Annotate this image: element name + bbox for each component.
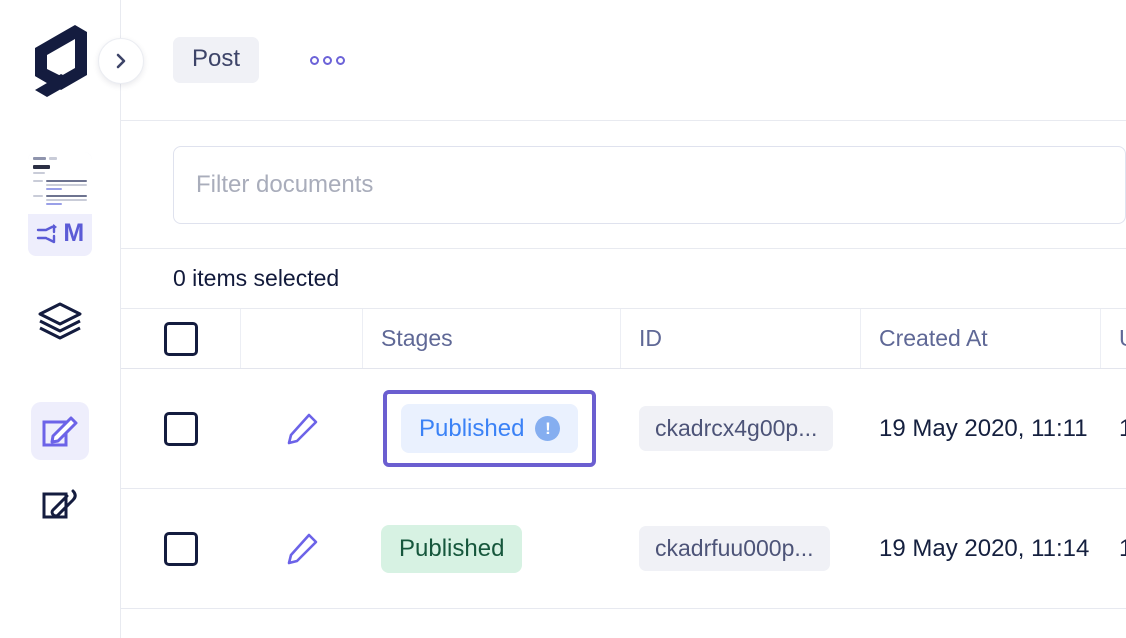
three-dots-icon xyxy=(336,55,346,65)
three-dots-icon xyxy=(310,55,320,65)
row-created-at-cell: 19 May 2020, 11:11 xyxy=(861,369,1101,488)
table-row[interactable]: Published ! ckadrcx4g00p... 19 May 2020,… xyxy=(121,369,1126,489)
selection-summary-bar: 0 items selected xyxy=(121,249,1126,309)
row-stage-cell[interactable]: Published ! xyxy=(363,369,621,488)
header-id[interactable]: ID xyxy=(621,309,861,368)
header-stages[interactable]: Stages xyxy=(363,309,621,368)
project-initial: M xyxy=(63,219,84,247)
edit-attachment-icon xyxy=(42,489,77,519)
sidebar-item-project-thumbnail[interactable]: M xyxy=(28,152,92,256)
row-updated-at-cell xyxy=(1101,609,1126,638)
sidebar: M xyxy=(0,0,144,638)
sidebar-item-content[interactable] xyxy=(31,402,89,460)
sidebar-expand-button[interactable] xyxy=(98,38,144,84)
filter-bar xyxy=(121,121,1126,249)
row-stage-cell[interactable]: Published xyxy=(363,489,621,608)
row-select-cell xyxy=(121,369,241,488)
items-selected-label: 0 items selected xyxy=(173,265,340,291)
document-id: ckadrcx4g00p... xyxy=(639,406,834,451)
created-at-value: 19 May 2020, 11:11 xyxy=(879,414,1088,442)
row-id-cell[interactable]: ckadrfuu000p... xyxy=(621,489,861,608)
status-badge: Published xyxy=(381,524,523,573)
row-edit-cell[interactable] xyxy=(241,369,363,488)
layers-icon xyxy=(38,302,82,340)
sidebar-item-assets[interactable] xyxy=(31,474,89,532)
table-row[interactable] xyxy=(121,609,1126,638)
document-id: ckadrfuu000p... xyxy=(639,526,830,571)
created-at-value: 19 May 2020, 11:14 xyxy=(879,534,1090,562)
warning-icon: ! xyxy=(535,416,561,441)
pencil-icon xyxy=(287,413,318,444)
row-updated-at-cell: 1 xyxy=(1101,489,1126,608)
three-dots-icon xyxy=(323,55,333,65)
table-row[interactable]: Published ckadrfuu000p... 19 May 2020, 1… xyxy=(121,489,1126,609)
tab-post[interactable]: Post xyxy=(173,37,260,83)
row-updated-at-cell: 1 xyxy=(1101,369,1126,488)
pencil-icon xyxy=(287,533,318,564)
row-created-at-cell xyxy=(861,609,1101,638)
content-topbar: Post xyxy=(121,0,1126,121)
select-all-checkbox[interactable] xyxy=(163,321,198,356)
updated-at-value: 1 xyxy=(1119,414,1126,442)
table-header-row: Stages ID Created At U xyxy=(121,309,1126,369)
filter-documents-input[interactable] xyxy=(173,145,1126,224)
project-mark: M xyxy=(28,221,92,246)
more-options-button[interactable] xyxy=(304,50,351,71)
header-edit-cell xyxy=(241,309,363,368)
status-badge-label: Published xyxy=(399,534,505,562)
status-badge-label: Published xyxy=(419,414,525,442)
row-select-cell xyxy=(121,489,241,608)
row-stage-cell xyxy=(363,609,621,638)
sidebar-item-schema[interactable] xyxy=(31,292,89,350)
status-badge: Published ! xyxy=(401,404,579,453)
row-checkbox[interactable] xyxy=(164,411,198,446)
row-id-cell xyxy=(621,609,861,638)
main-panel: Post 0 items selected Stages ID Created … xyxy=(121,0,1126,638)
documents-table: Stages ID Created At U Pu xyxy=(121,309,1126,638)
project-preview-icon xyxy=(28,152,92,214)
updated-at-value: 1 xyxy=(1119,534,1126,562)
stage-cell-selected[interactable]: Published ! xyxy=(383,390,597,467)
header-created-at[interactable]: Created At xyxy=(861,309,1101,368)
app-root: M Post Filter documents 0 items selected… xyxy=(0,0,1126,638)
row-id-cell[interactable]: ckadrcx4g00p... xyxy=(621,369,861,488)
edit-square-icon xyxy=(42,416,78,447)
chevron-right-icon xyxy=(116,53,126,69)
flow-arrows-icon xyxy=(37,223,58,243)
row-edit-cell xyxy=(241,609,363,638)
row-select-cell xyxy=(121,609,241,638)
header-select-all-cell xyxy=(121,309,241,368)
graphcms-logo-icon xyxy=(35,25,87,97)
row-created-at-cell: 19 May 2020, 11:14 xyxy=(861,489,1101,608)
row-checkbox[interactable] xyxy=(164,531,198,566)
header-updated-at[interactable]: U xyxy=(1101,309,1126,368)
row-edit-cell[interactable] xyxy=(241,489,363,608)
